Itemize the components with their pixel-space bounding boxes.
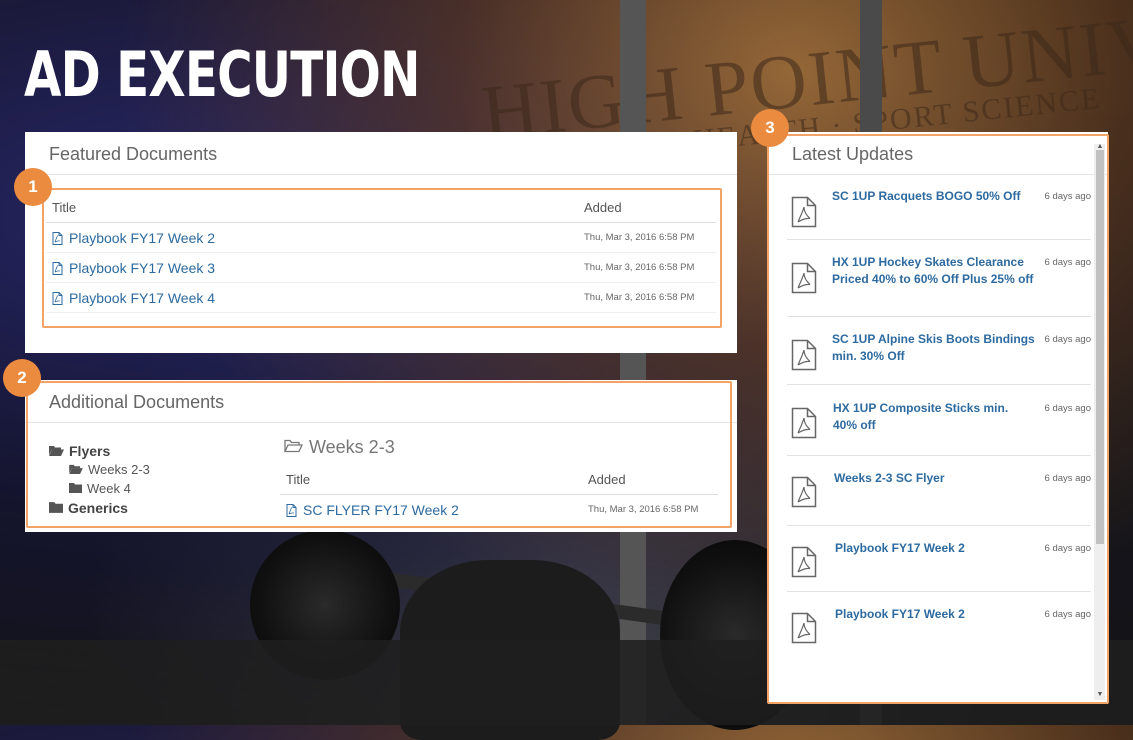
update-age: 6 days ago [1044, 609, 1091, 620]
current-folder-label: Weeks 2-3 [309, 437, 395, 457]
pdf-icon [791, 339, 817, 376]
folder-icon [69, 481, 82, 496]
table-row[interactable]: Playbook FY17 Week 2 Thu, Mar 3, 2016 6:… [46, 222, 716, 253]
athlete [400, 560, 620, 740]
column-title: Title [46, 192, 578, 223]
callout-3-badge: 3 [751, 109, 789, 147]
pdf-icon [52, 291, 63, 305]
additional-documents-heading: Additional Documents [25, 380, 737, 423]
pdf-icon [791, 262, 817, 299]
list-item[interactable]: SC 1UP Alpine Skis Boots Bindings min. 3… [787, 317, 1091, 385]
document-date: Thu, Mar 3, 2016 6:58 PM [578, 282, 716, 313]
list-item[interactable]: HX 1UP Hockey Skates Clearance Priced 40… [787, 240, 1091, 317]
scroll-down-arrow-icon[interactable]: ▼ [1096, 691, 1104, 698]
table-row[interactable]: Playbook FY17 Week 4 Thu, Mar 3, 2016 6:… [46, 282, 716, 313]
document-link[interactable]: Playbook FY17 Week 4 [46, 282, 578, 313]
page-title: AD EXECUTION [24, 38, 421, 111]
pdf-icon [52, 261, 63, 275]
update-title[interactable]: HX 1UP Composite Sticks min. 40% off [833, 400, 1023, 434]
callout-1-badge: 1 [14, 168, 52, 206]
update-age: 6 days ago [1044, 473, 1091, 484]
current-folder-heading: Weeks 2-3 [283, 437, 395, 458]
update-age: 6 days ago [1044, 191, 1091, 202]
update-age: 6 days ago [1044, 334, 1091, 345]
folder-label[interactable]: Weeks 2-3 [88, 462, 150, 477]
table-row[interactable]: SC FLYER FY17 Week 2 Thu, Mar 3, 2016 6:… [280, 495, 718, 525]
table-row[interactable]: Playbook FY17 Week 3 Thu, Mar 3, 2016 6:… [46, 252, 716, 283]
document-title[interactable]: SC FLYER FY17 Week 2 [303, 502, 459, 518]
update-title[interactable]: Weeks 2-3 SC Flyer [834, 470, 1024, 487]
folder-flyers[interactable]: Flyers [49, 441, 269, 460]
list-item[interactable]: Playbook FY17 Week 2 6 days ago [787, 592, 1091, 656]
pdf-icon [286, 503, 297, 517]
folder-week-4[interactable]: Week 4 [49, 479, 269, 498]
update-title[interactable]: SC 1UP Racquets BOGO 50% Off [832, 188, 1032, 205]
folder-weeks-2-3[interactable]: Weeks 2-3 [49, 460, 269, 479]
update-title[interactable]: SC 1UP Alpine Skis Boots Bindings min. 3… [832, 331, 1037, 365]
update-age: 6 days ago [1044, 543, 1091, 554]
column-added: Added [582, 464, 718, 495]
additional-documents-table: Title Added SC FLYER FY17 Week 2 Thu, Ma… [280, 464, 718, 524]
list-item[interactable]: SC 1UP Racquets BOGO 50% Off 6 days ago [787, 174, 1091, 240]
pdf-icon [791, 196, 817, 233]
featured-documents-heading: Featured Documents [25, 132, 737, 175]
folder-icon [49, 500, 63, 516]
document-date: Thu, Mar 3, 2016 6:58 PM [578, 252, 716, 283]
rack-post [620, 0, 646, 725]
folder-label[interactable]: Week 4 [87, 481, 131, 496]
document-title[interactable]: Playbook FY17 Week 3 [69, 260, 215, 276]
barbell [299, 560, 757, 638]
column-title: Title [280, 464, 582, 495]
latest-updates-list: SC 1UP Racquets BOGO 50% Off 6 days ago … [787, 174, 1091, 656]
update-title[interactable]: Playbook FY17 Week 2 [835, 540, 1025, 557]
update-age: 6 days ago [1044, 403, 1091, 414]
folder-tree: Flyers Weeks 2-3 Week 4 Generics [49, 441, 269, 517]
updates-scrollbar-thumb[interactable] [1096, 150, 1104, 544]
document-date: Thu, Mar 3, 2016 6:58 PM [588, 504, 699, 515]
folder-label[interactable]: Flyers [69, 443, 110, 459]
folder-open-icon [49, 443, 64, 459]
folder-open-outline-icon [283, 437, 304, 458]
update-age: 6 days ago [1044, 257, 1091, 268]
pdf-icon [791, 476, 817, 513]
pdf-icon [52, 231, 63, 245]
folder-generics[interactable]: Generics [49, 498, 269, 517]
pdf-icon [791, 407, 817, 444]
document-link[interactable]: SC FLYER FY17 Week 2 [280, 495, 582, 525]
update-title[interactable]: Playbook FY17 Week 2 [835, 606, 1025, 623]
pdf-icon [791, 546, 817, 583]
latest-updates-heading: Latest Updates [768, 132, 1108, 175]
folder-label[interactable]: Generics [68, 500, 128, 516]
callout-2-badge: 2 [3, 359, 41, 397]
update-title[interactable]: HX 1UP Hockey Skates Clearance Priced 40… [832, 254, 1034, 288]
document-date: Thu, Mar 3, 2016 6:58 PM [578, 222, 716, 253]
list-item[interactable]: HX 1UP Composite Sticks min. 40% off 6 d… [787, 385, 1091, 456]
list-item[interactable]: Weeks 2-3 SC Flyer 6 days ago [787, 456, 1091, 526]
list-item[interactable]: Playbook FY17 Week 2 6 days ago [787, 526, 1091, 592]
column-added: Added [578, 192, 716, 223]
document-title[interactable]: Playbook FY17 Week 2 [69, 230, 215, 246]
folder-open-icon [69, 462, 83, 477]
document-link[interactable]: Playbook FY17 Week 3 [46, 252, 578, 283]
weight-plate [250, 530, 400, 680]
pdf-icon [791, 612, 817, 649]
featured-documents-table: Title Added Playbook FY17 Week 2 Thu, Ma… [46, 192, 716, 313]
document-link[interactable]: Playbook FY17 Week 2 [46, 222, 578, 253]
document-title[interactable]: Playbook FY17 Week 4 [69, 290, 215, 306]
